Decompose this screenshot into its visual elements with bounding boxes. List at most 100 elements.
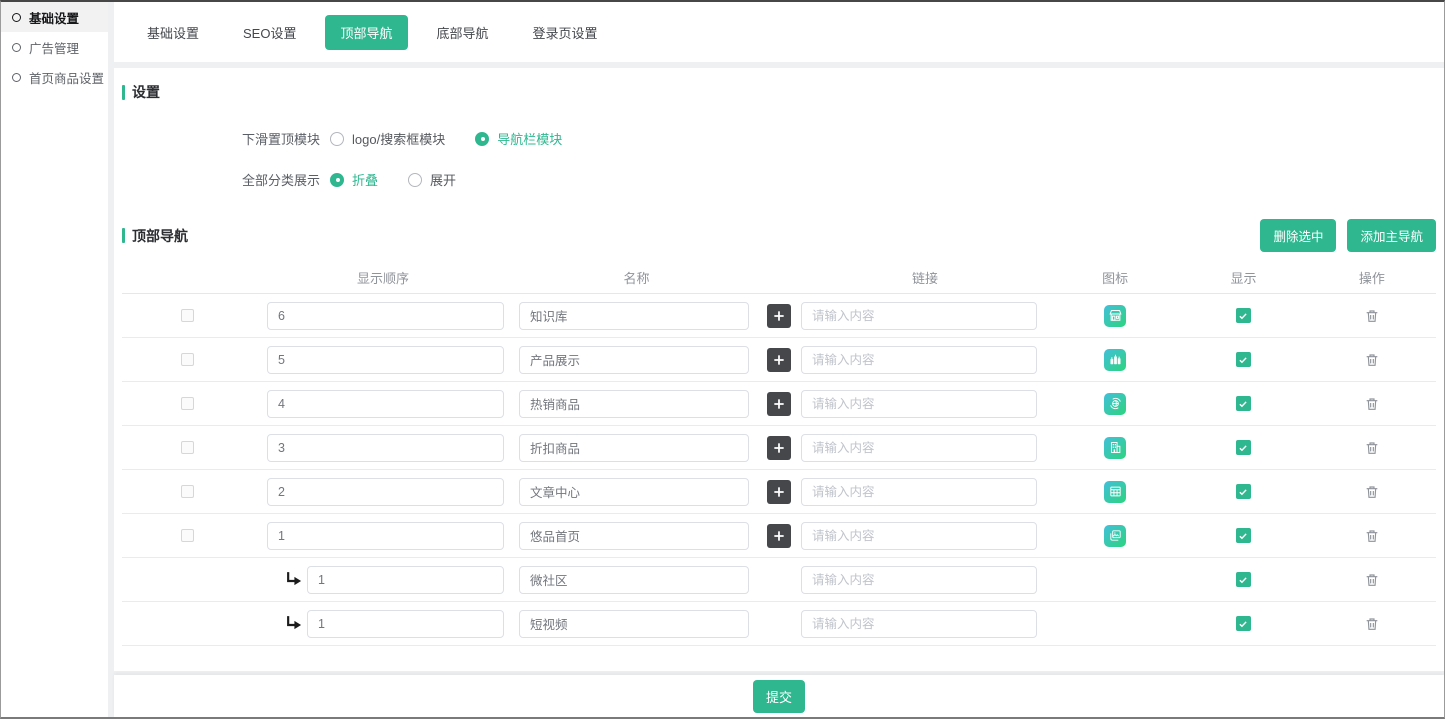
- link-input[interactable]: [801, 434, 1037, 462]
- circle-bullet-icon: [12, 43, 21, 52]
- tab-top-navigation[interactable]: 顶部导航: [325, 15, 407, 50]
- visible-checkbox[interactable]: [1236, 352, 1251, 367]
- delete-row-icon[interactable]: [1364, 528, 1380, 544]
- add-subnav-button[interactable]: [767, 436, 791, 460]
- submit-button[interactable]: 提交: [753, 680, 805, 713]
- header-display-order: 显示顺序: [252, 268, 514, 287]
- group-label: 全部分类展示: [242, 170, 320, 189]
- link-input[interactable]: [801, 478, 1037, 506]
- visible-checkbox[interactable]: [1236, 528, 1251, 543]
- delete-row-icon[interactable]: [1364, 308, 1380, 324]
- pages-icon[interactable]: [1104, 525, 1126, 547]
- delete-row-icon[interactable]: [1364, 440, 1380, 456]
- nav-table: 显示顺序 名称 链接 图标 显示 操作: [122, 262, 1436, 646]
- tab-login-page-settings[interactable]: 登录页设置: [518, 15, 613, 50]
- sync-globe-icon[interactable]: [1104, 393, 1126, 415]
- radio-option-expanded[interactable]: 展开: [408, 170, 456, 189]
- radio-icon[interactable]: [475, 132, 489, 146]
- visible-checkbox[interactable]: [1236, 484, 1251, 499]
- products-icon[interactable]: [1104, 349, 1126, 371]
- tab-basic-settings[interactable]: 基础设置: [132, 15, 214, 50]
- order-input[interactable]: [267, 390, 504, 418]
- name-input[interactable]: [519, 390, 749, 418]
- row-select-checkbox[interactable]: [181, 353, 194, 366]
- section-marker: [122, 85, 125, 100]
- plus-icon: [772, 441, 786, 455]
- delete-selected-button[interactable]: 删除选中: [1260, 219, 1336, 252]
- table-subrow: [122, 558, 1436, 602]
- add-subnav-button[interactable]: [767, 480, 791, 504]
- radio-icon[interactable]: [408, 173, 422, 187]
- sidebar-item-ad-management[interactable]: 广告管理: [1, 32, 108, 62]
- radio-icon[interactable]: [330, 173, 344, 187]
- row-select-checkbox[interactable]: [181, 397, 194, 410]
- header-link: 链接: [799, 268, 1051, 287]
- row-select-checkbox[interactable]: [181, 485, 194, 498]
- row-select-checkbox[interactable]: [181, 441, 194, 454]
- table-subrow: [122, 602, 1436, 646]
- name-input[interactable]: [519, 434, 749, 462]
- storefront-icon[interactable]: [1104, 305, 1126, 327]
- name-input[interactable]: [519, 478, 749, 506]
- visible-checkbox[interactable]: [1236, 440, 1251, 455]
- add-subnav-button[interactable]: [767, 348, 791, 372]
- order-input[interactable]: [307, 610, 504, 638]
- link-input[interactable]: [801, 610, 1037, 638]
- visible-checkbox[interactable]: [1236, 616, 1251, 631]
- add-subnav-button[interactable]: [767, 524, 791, 548]
- spreadsheet-icon[interactable]: [1104, 481, 1126, 503]
- building-icon[interactable]: [1104, 437, 1126, 459]
- section-marker: [122, 228, 125, 243]
- radio-option-collapsed[interactable]: 折叠: [330, 170, 378, 189]
- delete-row-icon[interactable]: [1364, 352, 1380, 368]
- order-input[interactable]: [267, 302, 504, 330]
- order-input[interactable]: [267, 478, 504, 506]
- sidebar-item-label: 基础设置: [29, 8, 79, 27]
- subnav-arrow-icon: [284, 614, 304, 634]
- header-icon: 图标: [1051, 268, 1179, 287]
- radio-icon[interactable]: [330, 132, 344, 146]
- link-input[interactable]: [801, 302, 1037, 330]
- check-icon: [1238, 399, 1248, 409]
- row-select-checkbox[interactable]: [181, 529, 194, 542]
- link-input[interactable]: [801, 346, 1037, 374]
- table-row: [122, 426, 1436, 470]
- link-input[interactable]: [801, 566, 1037, 594]
- plus-icon: [772, 309, 786, 323]
- order-input[interactable]: [267, 346, 504, 374]
- radio-option-navbar-module[interactable]: 导航栏模块: [475, 129, 562, 148]
- add-main-nav-button[interactable]: 添加主导航: [1347, 219, 1436, 252]
- link-input[interactable]: [801, 390, 1037, 418]
- delete-row-icon[interactable]: [1364, 572, 1380, 588]
- tab-bottom-navigation[interactable]: 底部导航: [422, 15, 504, 50]
- visible-checkbox[interactable]: [1236, 396, 1251, 411]
- sidebar: 基础设置 广告管理 首页商品设置: [1, 2, 108, 717]
- sidebar-item-basic-settings[interactable]: 基础设置: [1, 2, 108, 32]
- visible-checkbox[interactable]: [1236, 308, 1251, 323]
- link-input[interactable]: [801, 522, 1037, 550]
- row-select-checkbox[interactable]: [181, 309, 194, 322]
- check-icon: [1238, 311, 1248, 321]
- order-input[interactable]: [307, 566, 504, 594]
- delete-row-icon[interactable]: [1364, 484, 1380, 500]
- order-input[interactable]: [267, 434, 504, 462]
- scroll-top-module-group: 下滑置顶模块 logo/搜索框模块 导航栏模块: [242, 129, 1436, 148]
- sidebar-item-home-product-settings[interactable]: 首页商品设置: [1, 62, 108, 92]
- name-input[interactable]: [519, 346, 749, 374]
- plus-icon: [772, 353, 786, 367]
- name-input[interactable]: [519, 522, 749, 550]
- visible-checkbox[interactable]: [1236, 572, 1251, 587]
- add-subnav-button[interactable]: [767, 392, 791, 416]
- name-input[interactable]: [519, 566, 749, 594]
- delete-row-icon[interactable]: [1364, 396, 1380, 412]
- name-input[interactable]: [519, 302, 749, 330]
- circle-bullet-icon: [12, 73, 21, 82]
- circle-bullet-icon: [12, 13, 21, 22]
- tab-seo-settings[interactable]: SEO设置: [228, 15, 311, 50]
- order-input[interactable]: [267, 522, 504, 550]
- delete-row-icon[interactable]: [1364, 616, 1380, 632]
- add-subnav-button[interactable]: [767, 304, 791, 328]
- check-icon: [1238, 575, 1248, 585]
- name-input[interactable]: [519, 610, 749, 638]
- radio-option-logo-search-module[interactable]: logo/搜索框模块: [330, 129, 445, 148]
